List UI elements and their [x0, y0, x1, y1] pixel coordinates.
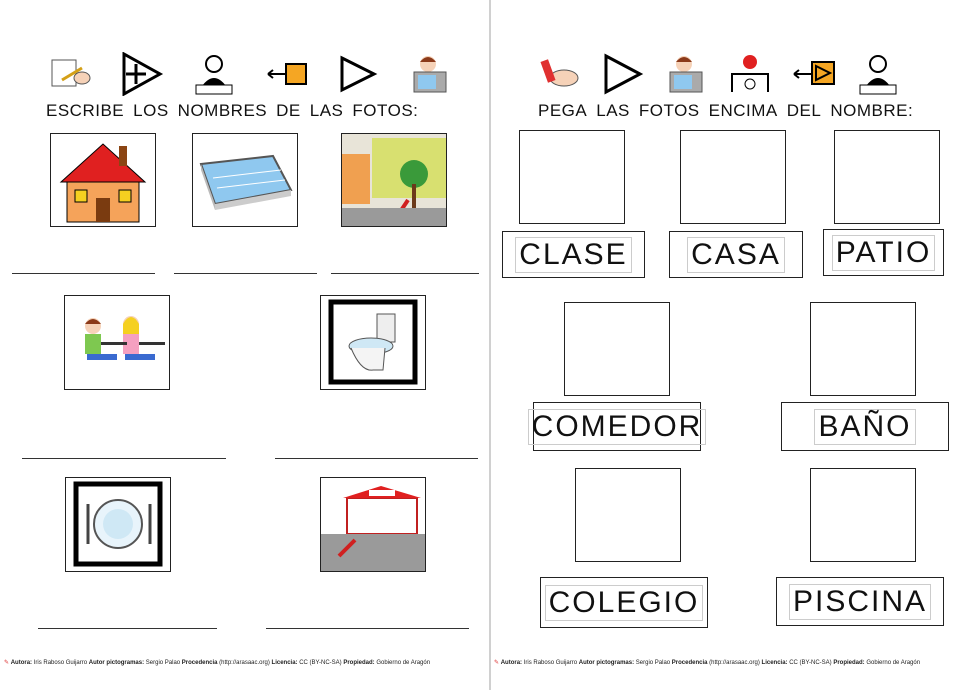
- right-instruction: PEGA LAS FOTOS ENCIMA DEL NOMBRE:: [538, 101, 922, 121]
- label-text: PATIO: [831, 234, 936, 271]
- licencia-label: Licencia:: [271, 660, 298, 666]
- word: ESCRIBE: [46, 101, 125, 120]
- word-label-patio: PATIO: [823, 229, 944, 276]
- photo-camera-icon: [413, 56, 447, 93]
- arrow-square-icon: [793, 61, 835, 85]
- triangle-icon: [340, 55, 378, 93]
- word: LOS: [133, 101, 169, 120]
- picture-dining-plate: [65, 477, 171, 572]
- procedencia[interactable]: (http://arasaac.org): [219, 660, 270, 666]
- person-name-icon: [859, 55, 897, 95]
- word-label-casa: CASA: [669, 231, 803, 278]
- writing-hand-icon: [51, 59, 91, 87]
- answer-line[interactable]: [38, 628, 217, 629]
- arasaac-logo-icon: ✎: [494, 660, 500, 666]
- page-divider: [489, 0, 491, 690]
- word: FOTOS:: [352, 101, 419, 120]
- on-top-icon: [731, 55, 769, 92]
- photo-paste-box[interactable]: [810, 468, 916, 562]
- answer-line[interactable]: [12, 273, 155, 274]
- autor: Sergio Palao: [635, 660, 671, 666]
- licencia: CC (BY-NC-SA): [299, 660, 342, 666]
- word-label-piscina: PISCINA: [776, 577, 944, 626]
- answer-line[interactable]: [275, 458, 478, 459]
- answer-line[interactable]: [331, 273, 479, 274]
- word: NOMBRE:: [830, 101, 914, 120]
- word: PEGA: [538, 101, 588, 120]
- word-label-bano: BAÑO: [781, 402, 949, 451]
- photo-paste-box[interactable]: [564, 302, 670, 396]
- propiedad: Gobierno de Aragón: [866, 660, 921, 666]
- answer-line[interactable]: [174, 273, 317, 274]
- procedencia[interactable]: (http://arasaac.org): [709, 660, 760, 666]
- photo-paste-box[interactable]: [834, 130, 940, 224]
- arrow-square-icon: [267, 63, 307, 85]
- picture-swimming-pool: [192, 133, 298, 227]
- picture-school: [320, 477, 426, 572]
- picture-house: [50, 133, 156, 227]
- autor-label: Autor pictogramas:: [578, 660, 635, 666]
- word: ENCIMA: [708, 101, 778, 120]
- answer-line[interactable]: [266, 628, 469, 629]
- triangle-icon: [604, 53, 644, 95]
- glue-hands-icon: [540, 59, 579, 87]
- autora: Iris Raboso Guijarro: [523, 660, 578, 666]
- autora: Iris Raboso Guijarro: [33, 660, 88, 666]
- left-instruction-icons: [48, 52, 452, 96]
- word-label-colegio: COLEGIO: [540, 577, 708, 628]
- person-name-icon: [195, 55, 233, 95]
- propiedad-label: Propiedad:: [833, 660, 865, 666]
- licencia-label: Licencia:: [761, 660, 788, 666]
- word-label-clase: CLASE: [502, 231, 645, 278]
- word: DEL: [786, 101, 822, 120]
- procedencia-label: Procedencia: [181, 660, 218, 666]
- procedencia-label: Procedencia: [671, 660, 708, 666]
- left-instruction: ESCRIBE LOS NOMBRES DE LAS FOTOS:: [46, 101, 427, 121]
- propiedad: Gobierno de Aragón: [376, 660, 431, 666]
- autora-label: Autora:: [10, 660, 33, 666]
- label-text: CASA: [687, 236, 785, 273]
- autor-label: Autor pictogramas:: [88, 660, 145, 666]
- word: NOMBRES: [177, 101, 268, 120]
- autor: Sergio Palao: [145, 660, 181, 666]
- picture-patio: [341, 133, 447, 227]
- word-label-comedor: COMEDOR: [527, 402, 707, 451]
- label-text: COLEGIO: [544, 584, 704, 621]
- word: FOTOS: [638, 101, 700, 120]
- picture-classroom: [64, 295, 170, 390]
- word: DE: [276, 101, 301, 120]
- licencia: CC (BY-NC-SA): [789, 660, 832, 666]
- right-instruction-icons: [536, 52, 900, 96]
- plus-triangle-icon: [122, 52, 164, 96]
- picture-toilet: [320, 295, 426, 390]
- photo-paste-box[interactable]: [519, 130, 625, 224]
- photo-paste-box[interactable]: [575, 468, 681, 562]
- label-text: PISCINA: [788, 583, 932, 620]
- word: LAS: [309, 101, 344, 120]
- answer-line[interactable]: [22, 458, 226, 459]
- left-footer-credits: ✎ Autora: Iris Raboso Guijarro Autor pic…: [4, 659, 484, 667]
- label-text: CLASE: [515, 236, 632, 273]
- photo-camera-icon: [669, 56, 703, 93]
- autora-label: Autora:: [500, 660, 523, 666]
- arasaac-logo-icon: ✎: [4, 660, 10, 666]
- photo-paste-box[interactable]: [680, 130, 786, 224]
- label-text: BAÑO: [814, 408, 916, 445]
- propiedad-label: Propiedad:: [343, 660, 375, 666]
- label-text: COMEDOR: [527, 408, 707, 445]
- photo-paste-box[interactable]: [810, 302, 916, 396]
- word: LAS: [596, 101, 630, 120]
- right-footer-credits: ✎ Autora: Iris Raboso Guijarro Autor pic…: [494, 659, 974, 667]
